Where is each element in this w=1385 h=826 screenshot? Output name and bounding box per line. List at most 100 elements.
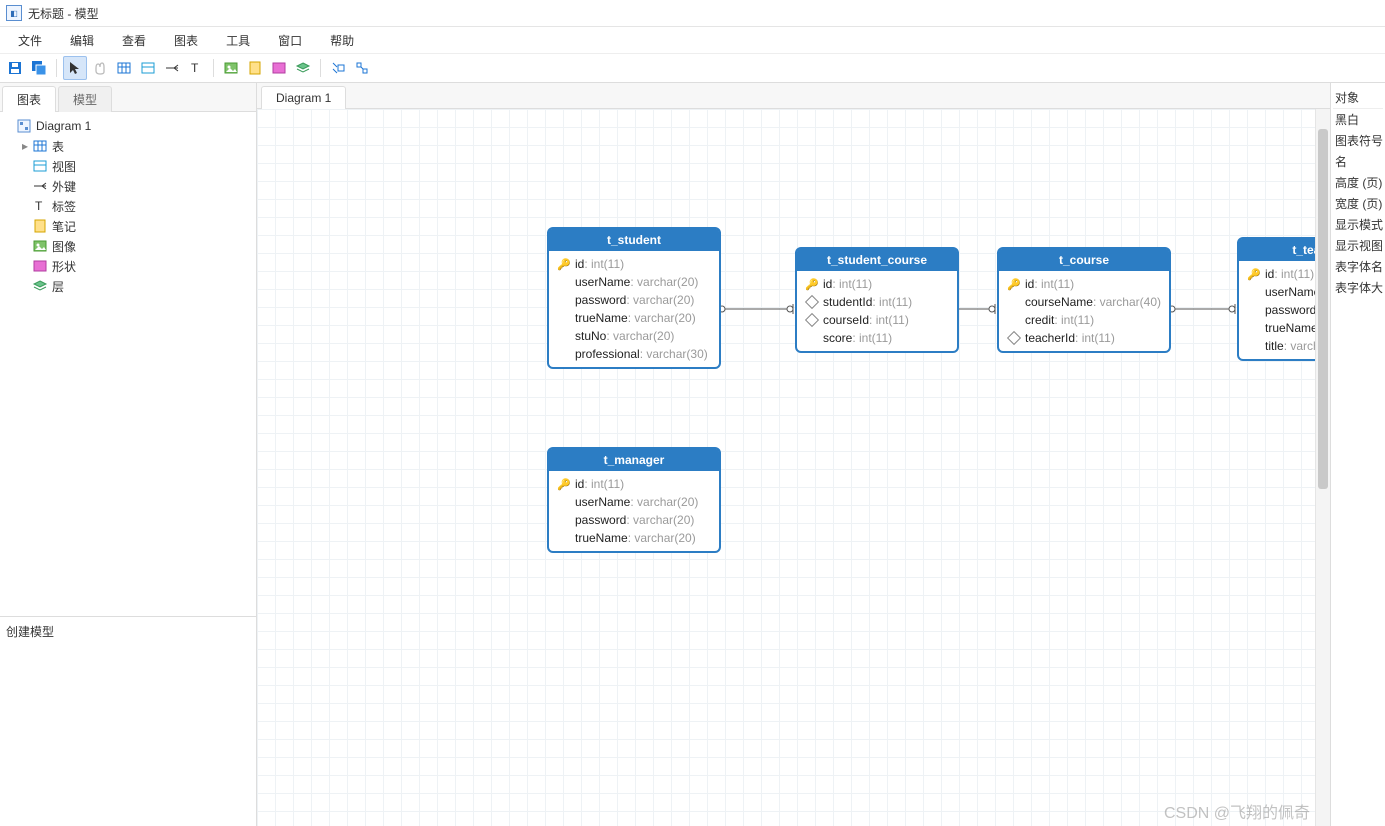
primary-key-icon: 🔑 bbox=[557, 257, 571, 271]
label-icon[interactable]: T bbox=[185, 57, 207, 79]
scrollbar-thumb[interactable] bbox=[1318, 129, 1328, 489]
left-tab-图表[interactable]: 图表 bbox=[2, 86, 56, 112]
column-teacherId[interactable]: teacherId: int(11) bbox=[1001, 329, 1167, 347]
column-type: : varchar(20) bbox=[630, 495, 698, 509]
column-score[interactable]: score: int(11) bbox=[799, 329, 955, 347]
column-studentId[interactable]: studentId: int(11) bbox=[799, 293, 955, 311]
prop-显示模式[interactable]: 显示模式 bbox=[1333, 214, 1383, 235]
label-icon: T bbox=[32, 198, 48, 214]
table-icon[interactable] bbox=[113, 57, 135, 79]
prop-图表符号[interactable]: 图表符号 bbox=[1333, 130, 1383, 151]
column-id[interactable]: 🔑id: int(11) bbox=[1001, 275, 1167, 293]
column-type: : int(11) bbox=[584, 257, 624, 271]
tree-item-层[interactable]: 层 bbox=[0, 276, 256, 296]
diagram-tree[interactable]: Diagram 1▸表视图外键T标签笔记图像形状层 bbox=[0, 112, 256, 616]
center-tab-Diagram 1[interactable]: Diagram 1 bbox=[261, 86, 346, 109]
align-icon[interactable] bbox=[351, 57, 373, 79]
column-type: : int(11) bbox=[852, 331, 892, 345]
column-name: password bbox=[575, 293, 626, 307]
column-type: : int(11) bbox=[872, 295, 912, 309]
menu-查看[interactable]: 查看 bbox=[108, 28, 160, 53]
prop-表字体大[interactable]: 表字体大 bbox=[1333, 277, 1383, 298]
tree-item-图像[interactable]: 图像 bbox=[0, 236, 256, 256]
tree-item-表[interactable]: ▸表 bbox=[0, 136, 256, 156]
column-professional[interactable]: professional: varchar(30) bbox=[551, 345, 717, 363]
column-name: id bbox=[1025, 277, 1034, 291]
vertical-scrollbar[interactable] bbox=[1315, 109, 1330, 826]
entity-t_student_course[interactable]: t_student_course🔑id: int(11)studentId: i… bbox=[795, 247, 959, 353]
column-courseName[interactable]: courseName: varchar(40) bbox=[1001, 293, 1167, 311]
image-icon[interactable] bbox=[220, 57, 242, 79]
primary-key-icon: 🔑 bbox=[805, 277, 819, 291]
column-id[interactable]: 🔑id: int(11) bbox=[551, 475, 717, 493]
tree-item-形状[interactable]: 形状 bbox=[0, 256, 256, 276]
tree-item-视图[interactable]: 视图 bbox=[0, 156, 256, 176]
column-type: : int(11) bbox=[832, 277, 872, 291]
tree-item-外键[interactable]: 外键 bbox=[0, 176, 256, 196]
prop-名[interactable]: 名 bbox=[1333, 151, 1383, 172]
column-type: : int(11) bbox=[1274, 267, 1314, 281]
menu-帮助[interactable]: 帮助 bbox=[316, 28, 368, 53]
left-tab-模型[interactable]: 模型 bbox=[58, 86, 112, 112]
tree-item-标签[interactable]: T标签 bbox=[0, 196, 256, 216]
column-trueName[interactable]: trueName: varchar(20) bbox=[551, 529, 717, 547]
menu-文件[interactable]: 文件 bbox=[4, 28, 56, 53]
entity-header[interactable]: t_student bbox=[549, 229, 719, 251]
layer-icon[interactable] bbox=[292, 57, 314, 79]
tree-item-笔记[interactable]: 笔记 bbox=[0, 216, 256, 236]
save-icon[interactable] bbox=[4, 57, 26, 79]
menu-工具[interactable]: 工具 bbox=[212, 28, 264, 53]
column-name: courseName bbox=[1025, 295, 1093, 309]
relation-icon[interactable] bbox=[161, 57, 183, 79]
entity-t_course[interactable]: t_course 🔑id: int(11)courseName: varchar(… bbox=[997, 247, 1171, 353]
column-credit[interactable]: credit: int(11) bbox=[1001, 311, 1167, 329]
relation-icon bbox=[32, 178, 48, 194]
center-panel: Diagram 1 t_student🔑id: int(11)userName:… bbox=[257, 83, 1330, 826]
save-all-icon[interactable] bbox=[28, 57, 50, 79]
foreign-key-icon bbox=[1007, 331, 1021, 345]
tree-label: 外键 bbox=[52, 178, 76, 195]
toolbar: T bbox=[0, 54, 1385, 83]
entity-t_student[interactable]: t_student 🔑id: int(11)userName: varchar(2… bbox=[547, 227, 721, 369]
column-password[interactable]: password: varchar(20) bbox=[551, 511, 717, 529]
entity-header[interactable]: t_course bbox=[999, 249, 1169, 271]
column-id[interactable]: 🔑id: int(11) bbox=[551, 255, 717, 273]
column-id[interactable]: 🔑id: int(11) bbox=[799, 275, 955, 293]
entity-header[interactable]: t_student_course bbox=[797, 249, 957, 271]
prop-表字体名[interactable]: 表字体名 bbox=[1333, 256, 1383, 277]
column-trueName[interactable]: trueName: varchar(20) bbox=[551, 309, 717, 327]
column-userName[interactable]: userName: varchar(20) bbox=[551, 493, 717, 511]
column-courseId[interactable]: courseId: int(11) bbox=[799, 311, 955, 329]
menu-窗口[interactable]: 窗口 bbox=[264, 28, 316, 53]
tree-item-Diagram 1[interactable]: Diagram 1 bbox=[0, 116, 256, 136]
diagram-canvas[interactable]: t_student🔑id: int(11)userName: varchar(2… bbox=[257, 109, 1330, 826]
column-type: : varchar(30) bbox=[640, 347, 708, 361]
bottom-pane: 创建模型 bbox=[0, 616, 256, 826]
column-type: : int(11) bbox=[1075, 331, 1115, 345]
svg-text:T: T bbox=[35, 199, 43, 213]
layer-icon bbox=[32, 278, 48, 294]
left-panel: 图表模型 Diagram 1▸表视图外键T标签笔记图像形状层 创建模型 bbox=[0, 83, 257, 826]
find-icon[interactable] bbox=[327, 57, 349, 79]
note-icon[interactable] bbox=[244, 57, 266, 79]
tree-label: 形状 bbox=[52, 258, 76, 275]
menu-图表[interactable]: 图表 bbox=[160, 28, 212, 53]
prop-显示视图[interactable]: 显示视图 bbox=[1333, 235, 1383, 256]
shape-icon[interactable] bbox=[268, 57, 290, 79]
watermark: CSDN @飞翔的佩奇 bbox=[1164, 799, 1310, 823]
bottom-pane-label: 创建模型 bbox=[6, 625, 54, 639]
prop-黑白[interactable]: 黑白 bbox=[1333, 109, 1383, 130]
entity-t_manager[interactable]: t_manager 🔑id: int(11)userName: varchar(2… bbox=[547, 447, 721, 553]
column-stuNo[interactable]: stuNo: varchar(20) bbox=[551, 327, 717, 345]
column-password[interactable]: password: varchar(20) bbox=[551, 291, 717, 309]
prop-高度 (页)[interactable]: 高度 (页) bbox=[1333, 172, 1383, 193]
column-type: : int(11) bbox=[1054, 313, 1094, 327]
view-icon[interactable] bbox=[137, 57, 159, 79]
entity-header[interactable]: t_manager bbox=[549, 449, 719, 471]
column-userName[interactable]: userName: varchar(20) bbox=[551, 273, 717, 291]
pointer-icon[interactable] bbox=[63, 56, 87, 80]
column-name: studentId bbox=[823, 295, 872, 309]
prop-宽度 (页)[interactable]: 宽度 (页) bbox=[1333, 193, 1383, 214]
menu-编辑[interactable]: 编辑 bbox=[56, 28, 108, 53]
hand-icon[interactable] bbox=[89, 57, 111, 79]
